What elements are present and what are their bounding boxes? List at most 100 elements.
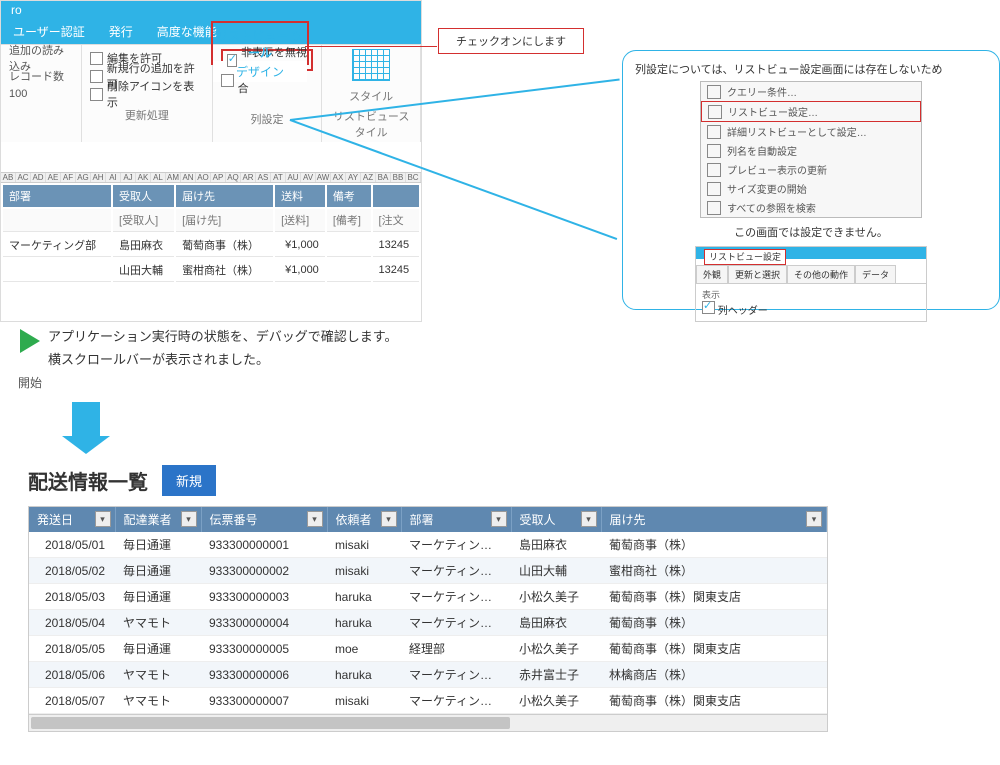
table-row[interactable]: 2018/05/02毎日通運933300000002misakiマーケティング部… — [29, 558, 827, 584]
table-col-header[interactable]: 発送日▾ — [29, 507, 115, 532]
upper-col-header[interactable]: 部署 — [3, 185, 111, 207]
checkbox-allow-edit[interactable] — [90, 52, 103, 65]
ctx-tab-listview-tools[interactable]: リストビュー ツール デザイン — [211, 21, 309, 65]
lv-sub-tab[interactable]: その他の動作 — [787, 265, 855, 283]
checkbox-auto-merge[interactable] — [221, 74, 234, 87]
ruler-cell: AK — [136, 173, 151, 182]
table-col-header[interactable]: 受取人▾ — [511, 507, 601, 532]
table-cell: haruka — [327, 584, 401, 610]
table-cell: 2018/05/06 — [29, 662, 115, 688]
ruler-cell: AL — [151, 173, 166, 182]
table-cell: 2018/05/02 — [29, 558, 115, 584]
ruler-cell: BC — [406, 173, 421, 182]
filter-dropdown-icon[interactable]: ▾ — [181, 511, 197, 527]
table-row[interactable]: 2018/05/03毎日通運933300000003harukaマーケティング部… — [29, 584, 827, 610]
table-col-header[interactable]: 部署▾ — [401, 507, 511, 532]
table-cell: ヤマモト — [115, 610, 201, 636]
checkbox-show-delete[interactable] — [90, 88, 103, 101]
table-col-header[interactable]: 届け先▾ — [601, 507, 827, 532]
ribbon-panel: ro ユーザー認証 発行 高度な機能 リストビュー ツール デザイン 追加の読み… — [0, 0, 422, 322]
table-cell: 葡萄商事（株）関東支店 — [601, 636, 827, 662]
label-col-header: 列ヘッダー — [718, 306, 768, 317]
style-icon[interactable] — [352, 49, 390, 81]
table-cell: 933300000004 — [201, 610, 327, 636]
table-cell: haruka — [327, 662, 401, 688]
filter-dropdown-icon[interactable]: ▾ — [806, 511, 822, 527]
table-cell: 2018/05/07 — [29, 688, 115, 714]
start-line-1: アプリケーション実行時の状態を、デバッグで確認します。 — [48, 325, 397, 348]
scrollbar-thumb[interactable] — [31, 717, 510, 729]
upper-cell: ¥1,000 — [275, 234, 325, 257]
upper-col-header[interactable]: 届け先 — [176, 185, 273, 207]
filter-dropdown-icon[interactable]: ▾ — [307, 511, 323, 527]
upper-placeholder: [届け先] — [176, 209, 273, 232]
upper-placeholder: [受取人] — [113, 209, 174, 232]
context-menu-item[interactable]: すべての参照を検索 — [701, 198, 921, 217]
upper-cell — [327, 259, 371, 282]
checkbox-ignore-hidden[interactable] — [227, 54, 237, 67]
ruler-cell: AP — [211, 173, 226, 182]
play-icon[interactable] — [20, 329, 40, 353]
checkbox-col-header[interactable] — [702, 301, 715, 314]
lv-sub-tab[interactable]: 更新と選択 — [728, 265, 787, 283]
filter-dropdown-icon[interactable]: ▾ — [581, 511, 597, 527]
upper-col-header[interactable]: 送料 — [275, 185, 325, 207]
context-menu-preview: クエリー条件… リストビュー設定… 詳細リストビューとして設定…列名を自動設定プレビ… — [700, 81, 922, 218]
table-row[interactable]: 2018/05/04ヤマモト933300000004harukaマーケティング部… — [29, 610, 827, 636]
context-menu-item[interactable]: 列名を自動設定 — [701, 141, 921, 160]
table-cell: マーケティング部 — [401, 688, 511, 714]
horizontal-scrollbar[interactable] — [29, 714, 827, 731]
lv-sub-tab[interactable]: データ — [855, 265, 896, 283]
table-cell: 小松久美子 — [511, 584, 601, 610]
ruler-cell: AC — [16, 173, 31, 182]
table-cell: 島田麻衣 — [511, 610, 601, 636]
checkbox-allow-new[interactable] — [90, 70, 103, 83]
table-col-header[interactable]: 依頼者▾ — [327, 507, 401, 532]
table-row[interactable]: 2018/05/01毎日通運933300000001misakiマーケティング部… — [29, 532, 827, 558]
table-row[interactable]: 2018/05/05毎日通運933300000005moe経理部小松久美子葡萄商… — [29, 636, 827, 662]
upper-col-header[interactable] — [373, 185, 419, 207]
filter-dropdown-icon[interactable]: ▾ — [491, 511, 507, 527]
tab-auth[interactable]: ユーザー認証 — [1, 19, 97, 44]
upper-cell: 13245 — [373, 234, 419, 257]
start-label: 開始 — [18, 374, 42, 391]
table-cell: 小松久美子 — [511, 688, 601, 714]
context-menu-item[interactable]: サイズ変更の開始 — [701, 179, 921, 198]
tab-publish[interactable]: 発行 — [97, 19, 145, 44]
menu-item-label: プレビュー表示の更新 — [727, 162, 827, 177]
upper-cell: 山田大輔 — [113, 259, 174, 282]
menu-item-icon — [707, 125, 721, 139]
upper-col-header[interactable]: 備考 — [327, 185, 371, 207]
lv-settings-tab[interactable]: リストビュー設定 — [704, 249, 786, 265]
filter-dropdown-icon[interactable]: ▾ — [381, 511, 397, 527]
ruler-cell: AB — [1, 173, 16, 182]
table-row[interactable]: 2018/05/06ヤマモト933300000006harukaマーケティング部… — [29, 662, 827, 688]
lv-sub-tab[interactable]: 外観 — [696, 265, 728, 283]
table-cell: 2018/05/04 — [29, 610, 115, 636]
table-cell: 林檎商店（株） — [601, 662, 827, 688]
menu-item-icon — [708, 105, 722, 119]
table-cell: 葡萄商事（株） — [601, 532, 827, 558]
bubble-note-1: 列設定については、リストビュー設定画面には存在しないため — [635, 61, 987, 77]
table-col-header[interactable]: 伝票番号▾ — [201, 507, 327, 532]
context-menu-item[interactable]: クエリー条件… — [701, 82, 921, 101]
delivery-table: 発送日▾配達業者▾伝票番号▾依頼者▾部署▾受取人▾届け先▾ 2018/05/01… — [29, 507, 827, 714]
new-button[interactable]: 新規 — [162, 465, 216, 496]
table-col-header[interactable]: 配達業者▾ — [115, 507, 201, 532]
table-cell: 933300000005 — [201, 636, 327, 662]
start-line-2: 横スクロールバーが表示されました。 — [48, 348, 397, 371]
filter-dropdown-icon[interactable]: ▾ — [95, 511, 111, 527]
context-menu-item[interactable]: プレビュー表示の更新 — [701, 160, 921, 179]
table-row[interactable]: 2018/05/07ヤマモト933300000007misakiマーケティング部… — [29, 688, 827, 714]
menu-item-label: リストビュー設定… — [728, 104, 818, 119]
ruler-cell: AE — [46, 173, 61, 182]
upper-col-header[interactable]: 受取人 — [113, 185, 174, 207]
connector-red — [305, 46, 437, 47]
context-menu-item[interactable]: 詳細リストビューとして設定… — [701, 122, 921, 141]
table-cell: 葡萄商事（株）関東支店 — [601, 688, 827, 714]
context-menu-item[interactable]: リストビュー設定… — [701, 101, 921, 122]
group-style-cap1: スタイル — [330, 84, 412, 104]
table-cell: 葡萄商事（株） — [601, 610, 827, 636]
upper-cell: ¥1,000 — [275, 259, 325, 282]
start-description: アプリケーション実行時の状態を、デバッグで確認します。 横スクロールバーが表示さ… — [20, 325, 455, 372]
